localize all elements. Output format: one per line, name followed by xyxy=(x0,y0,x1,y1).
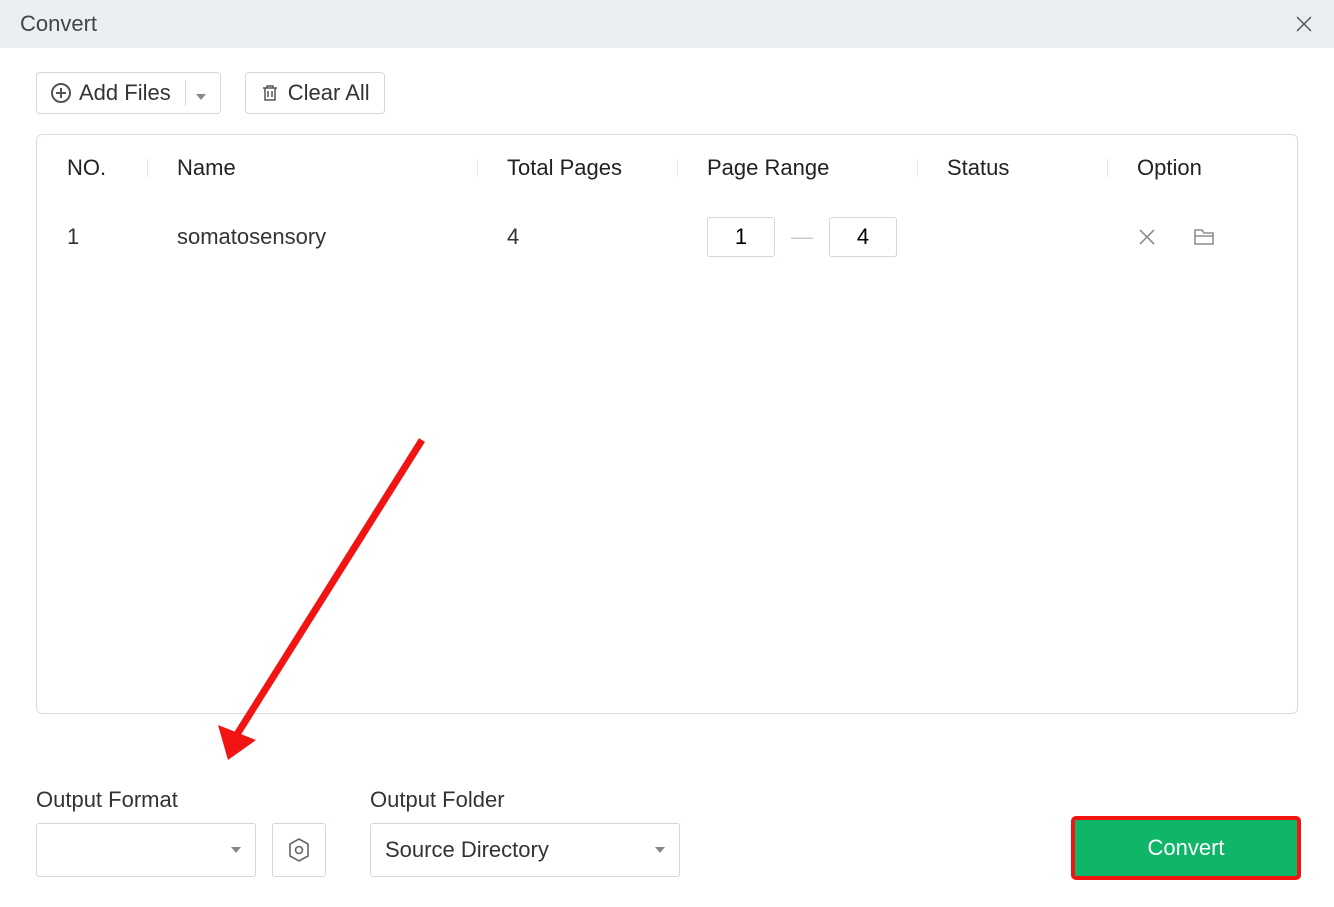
cell-name: somatosensory xyxy=(147,224,477,250)
output-format-label: Output Format xyxy=(36,787,326,813)
table-header: NO. Name Total Pages Page Range Status O… xyxy=(37,135,1297,199)
close-icon xyxy=(1295,15,1313,33)
chevron-down-icon xyxy=(655,847,665,853)
page-to-input[interactable] xyxy=(829,217,897,257)
toolbar: Add Files Clear All xyxy=(36,72,1298,114)
cell-page-range: — xyxy=(677,217,917,257)
close-button[interactable] xyxy=(1294,14,1314,34)
format-settings-button[interactable] xyxy=(272,823,326,877)
col-option: Option xyxy=(1107,155,1298,181)
file-table: NO. Name Total Pages Page Range Status O… xyxy=(36,134,1298,714)
convert-button[interactable]: Convert xyxy=(1074,819,1298,877)
output-folder-label: Output Folder xyxy=(370,787,680,813)
window-title: Convert xyxy=(20,11,97,37)
page-from-input[interactable] xyxy=(707,217,775,257)
range-dash-icon: — xyxy=(791,224,813,250)
trash-icon xyxy=(260,83,280,103)
chevron-down-icon xyxy=(231,847,241,853)
titlebar: Convert xyxy=(0,0,1334,48)
footer-left: Output Format Output Folder Source Direc… xyxy=(36,787,680,877)
cell-no: 1 xyxy=(37,224,147,250)
open-folder-icon[interactable] xyxy=(1193,227,1215,247)
content-area: Add Files Clear All NO. Name Total Pages… xyxy=(0,48,1334,714)
col-page-range: Page Range xyxy=(677,155,917,181)
footer: Output Format Output Folder Source Direc… xyxy=(36,787,1298,877)
cell-total-pages: 4 xyxy=(477,224,677,250)
gear-icon xyxy=(286,837,312,863)
output-folder-value: Source Directory xyxy=(385,837,549,863)
col-name: Name xyxy=(147,155,477,181)
clear-all-button[interactable]: Clear All xyxy=(245,72,385,114)
cell-option xyxy=(1107,227,1298,247)
col-no: NO. xyxy=(37,155,147,181)
chevron-down-icon xyxy=(196,94,206,100)
col-status: Status xyxy=(917,155,1107,181)
col-total-pages: Total Pages xyxy=(477,155,677,181)
output-folder-group: Output Folder Source Directory xyxy=(370,787,680,877)
convert-label: Convert xyxy=(1147,835,1224,861)
add-files-label: Add Files xyxy=(79,80,171,106)
remove-row-icon[interactable] xyxy=(1137,227,1157,247)
plus-circle-icon xyxy=(51,83,71,103)
table-row: 1 somatosensory 4 — xyxy=(37,199,1297,275)
add-files-dropdown-toggle[interactable] xyxy=(185,80,206,106)
output-folder-select[interactable]: Source Directory xyxy=(370,823,680,877)
add-files-button[interactable]: Add Files xyxy=(36,72,221,114)
output-format-group: Output Format xyxy=(36,787,326,877)
output-format-select[interactable] xyxy=(36,823,256,877)
clear-all-label: Clear All xyxy=(288,80,370,106)
